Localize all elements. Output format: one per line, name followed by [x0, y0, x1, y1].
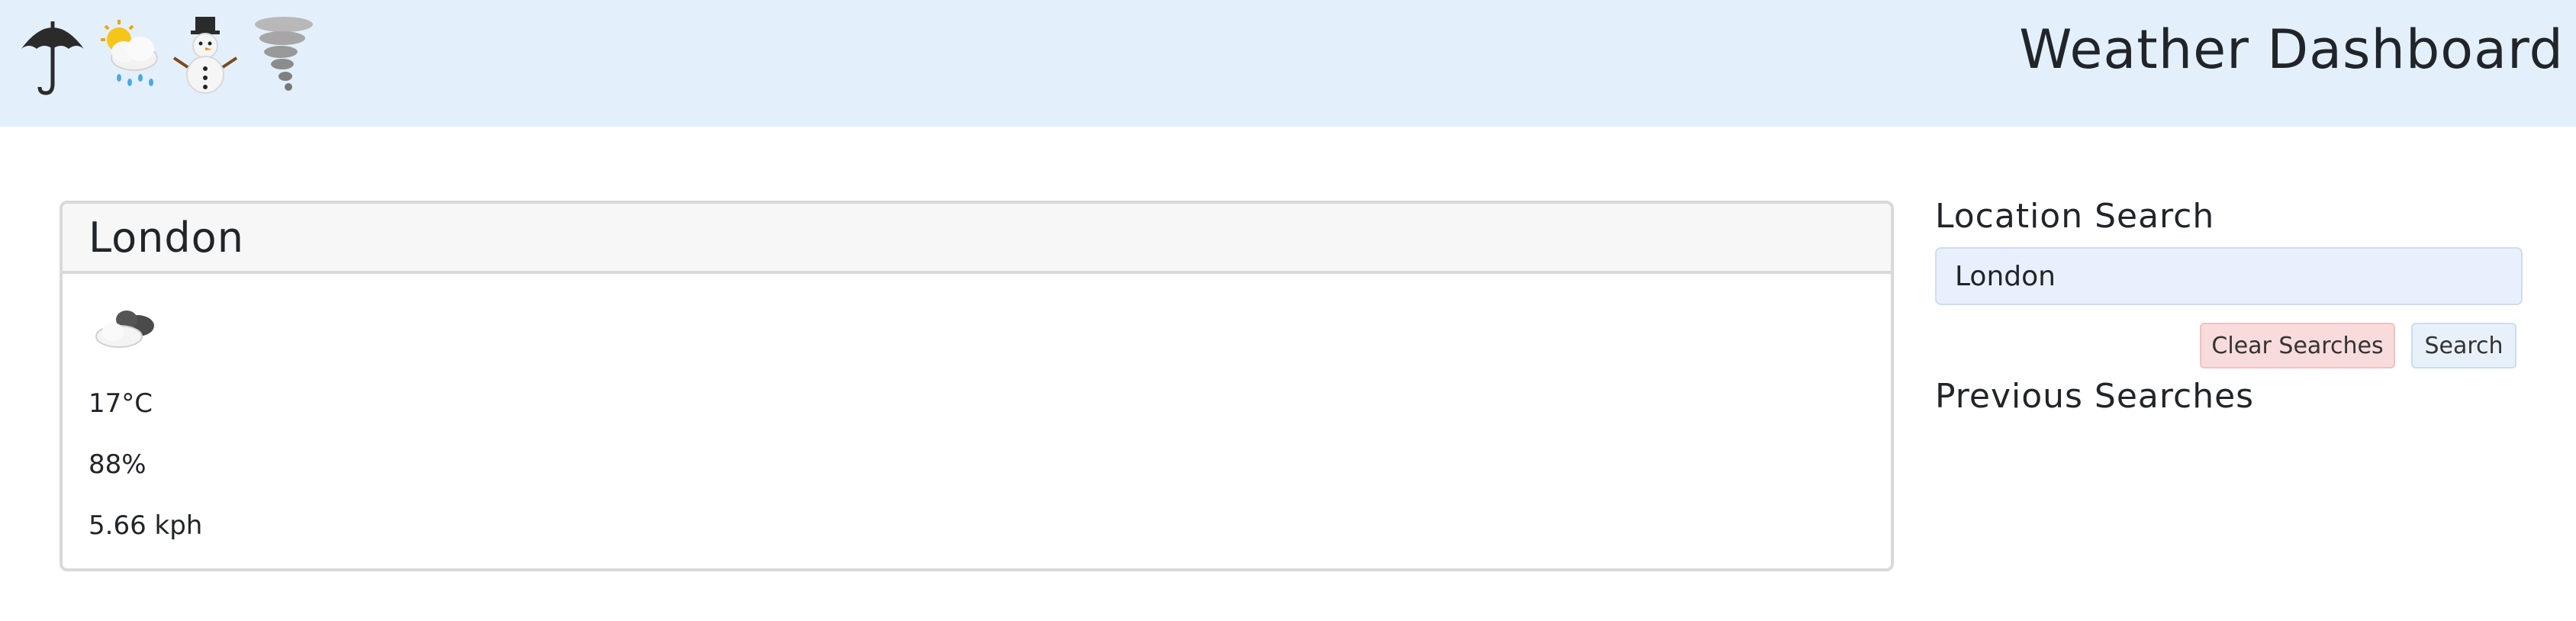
city-name: London: [89, 213, 244, 262]
tornado-icon: [255, 17, 313, 91]
sun-behind-rain-cloud-icon: [101, 20, 158, 86]
location-search-label: Location Search: [1935, 197, 2215, 236]
weather-icons: [17, 14, 317, 98]
app-header: Weather Dashboard: [0, 0, 2576, 127]
clear-searches-button[interactable]: Clear Searches: [2200, 323, 2395, 368]
previous-searches-heading: Previous Searches: [1935, 377, 2255, 416]
snowman-icon: [172, 17, 238, 94]
card-header: London: [63, 204, 1891, 274]
wind-speed: 5.66 kph: [89, 510, 203, 541]
current-weather-card: London 17°C 88% 5.66 kph: [60, 201, 1894, 571]
humidity: 88%: [89, 449, 147, 480]
page-title: Weather Dashboard: [2019, 18, 2564, 81]
location-search-input[interactable]: [1935, 247, 2523, 305]
search-panel: Location Search Clear Searches Search Pr…: [1935, 197, 2523, 416]
search-button[interactable]: Search: [2411, 323, 2516, 368]
cloud-icon: [95, 310, 154, 348]
umbrella-icon: [21, 21, 84, 95]
temperature: 17°C: [89, 388, 153, 419]
